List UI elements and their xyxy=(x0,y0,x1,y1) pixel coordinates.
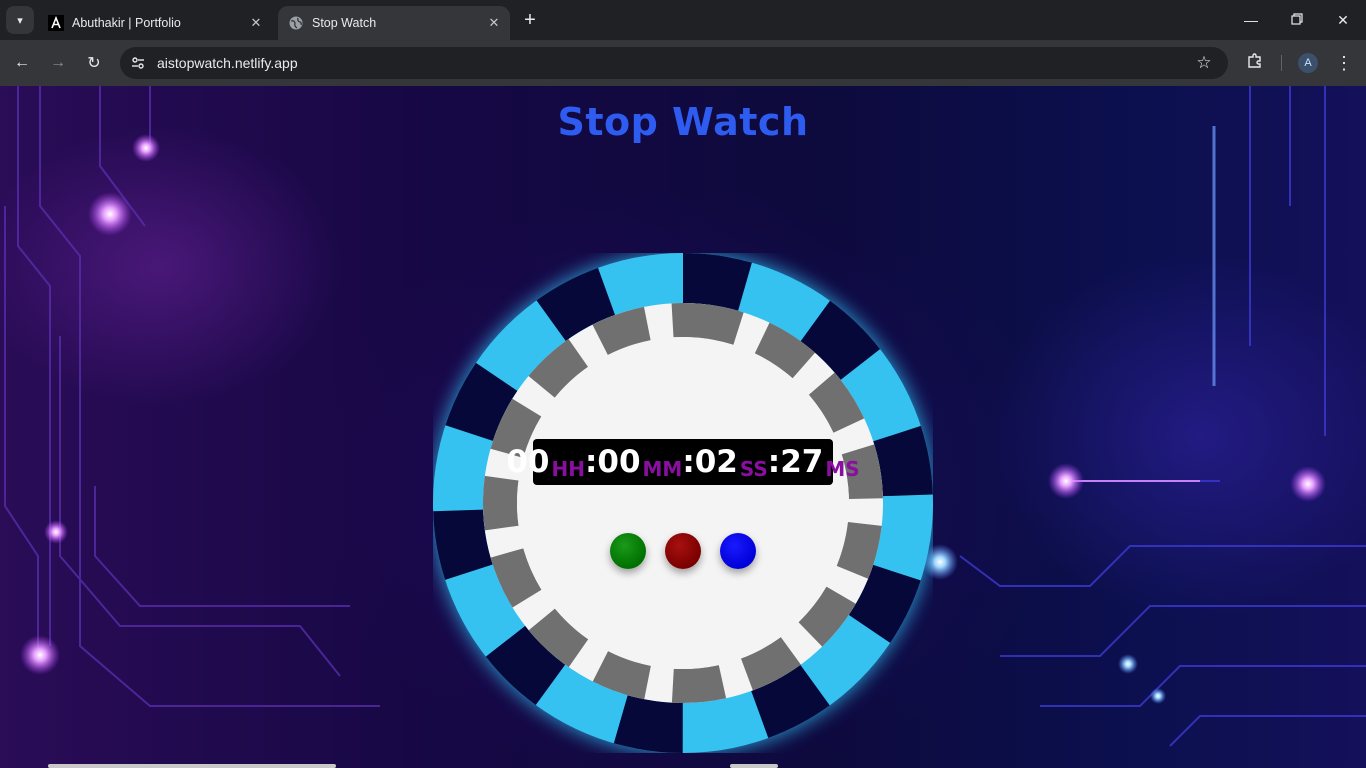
minutes-value: 00 xyxy=(597,444,641,480)
tab-title: Abuthakir | Portfolio xyxy=(72,16,181,30)
start-button[interactable] xyxy=(610,533,646,569)
stopwatch-dial xyxy=(433,253,933,753)
tab-title: Stop Watch xyxy=(312,16,377,30)
horizontal-scrollbar[interactable] xyxy=(48,764,336,768)
menu-button[interactable]: ⋮ xyxy=(1332,49,1356,77)
page-title: Stop Watch xyxy=(557,100,809,144)
reload-button[interactable]: ↻ xyxy=(80,49,108,77)
close-icon: ✕ xyxy=(1337,11,1349,28)
close-icon[interactable]: ✕ xyxy=(246,13,266,33)
hours-value: 00 xyxy=(506,444,550,480)
milliseconds-value: 27 xyxy=(780,444,824,480)
stop-button[interactable] xyxy=(665,533,701,569)
tab-strip: ▾ Abuthakir | Portfolio ✕ Stop Watch ✕ +… xyxy=(0,0,1366,40)
close-window-button[interactable]: ✕ xyxy=(1320,0,1366,40)
reload-icon: ↻ xyxy=(87,55,101,72)
browser-toolbar: ← → ↻ aistopwatch.netlify.app ☆ A ⋮ xyxy=(0,40,1366,86)
separator: : xyxy=(584,444,598,480)
horizontal-scrollbar-segment[interactable] xyxy=(730,764,778,768)
toolbar-divider xyxy=(1281,55,1282,71)
separator: : xyxy=(682,444,695,480)
kebab-menu-icon: ⋮ xyxy=(1335,52,1353,73)
tab-search-button[interactable]: ▾ xyxy=(6,6,34,34)
globe-icon xyxy=(288,15,304,31)
page-content: Stop Watch 00 HH:00 MM:02 SS:27 MS xyxy=(0,86,1366,768)
arrow-left-icon: ← xyxy=(14,54,30,71)
site-settings-icon[interactable] xyxy=(126,51,150,75)
tab-portfolio[interactable]: Abuthakir | Portfolio ✕ xyxy=(38,6,272,40)
arrow-right-icon: → xyxy=(50,54,66,71)
separator: : xyxy=(767,444,781,480)
timer-display: 00 HH:00 MM:02 SS:27 MS xyxy=(506,439,860,485)
bookmark-star-icon[interactable]: ☆ xyxy=(1192,51,1216,75)
letter-a-icon xyxy=(48,15,64,31)
minimize-icon: — xyxy=(1244,12,1258,28)
tab-stop-watch[interactable]: Stop Watch ✕ xyxy=(278,6,510,40)
minimize-button[interactable]: — xyxy=(1228,0,1274,40)
hours-unit: HH xyxy=(551,457,585,481)
profile-avatar[interactable]: A xyxy=(1298,53,1318,73)
new-tab-button[interactable]: + xyxy=(518,8,542,32)
forward-button[interactable]: → xyxy=(44,49,72,77)
seconds-value: 02 xyxy=(694,444,738,480)
minutes-unit: MM xyxy=(642,457,683,481)
back-button[interactable]: ← xyxy=(8,49,36,77)
milliseconds-unit: MS xyxy=(825,457,860,481)
url-text: aistopwatch.netlify.app xyxy=(157,55,298,71)
seconds-unit: SS xyxy=(739,457,768,481)
plus-icon: + xyxy=(524,8,536,31)
chevron-down-icon: ▾ xyxy=(17,14,23,27)
extensions-button[interactable] xyxy=(1242,49,1268,77)
address-bar[interactable]: aistopwatch.netlify.app ☆ xyxy=(120,47,1228,79)
restore-button[interactable] xyxy=(1274,0,1320,40)
reset-button[interactable] xyxy=(720,533,756,569)
restore-icon xyxy=(1291,12,1303,28)
close-icon[interactable]: ✕ xyxy=(484,13,504,33)
puzzle-icon xyxy=(1246,52,1264,75)
